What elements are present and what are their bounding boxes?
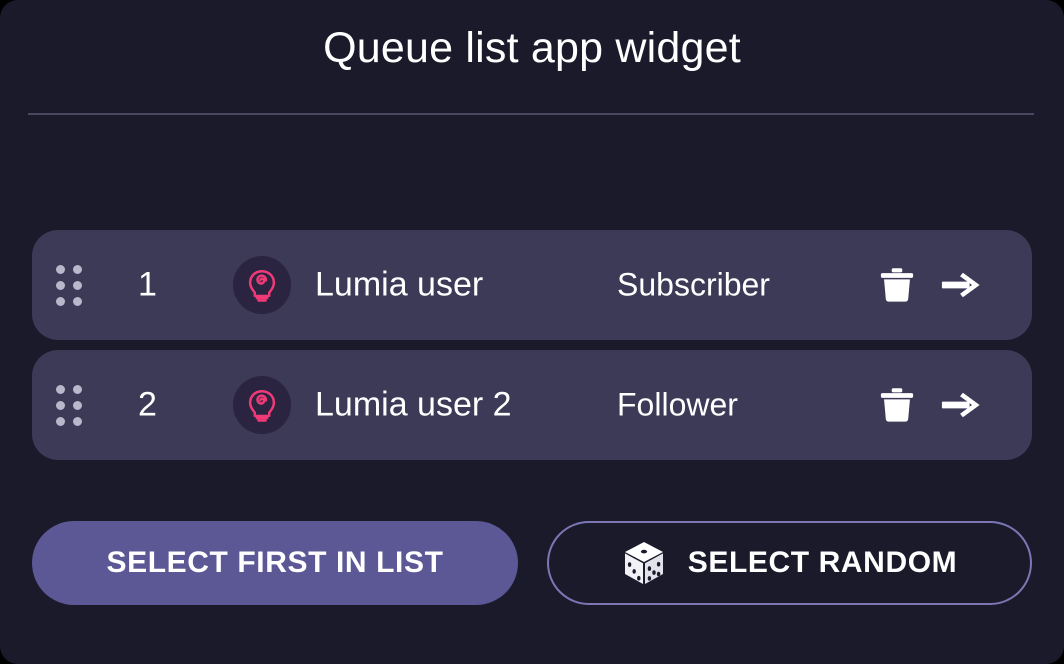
select-first-in-list-button[interactable]: SELECT FIRST IN LIST [32, 521, 518, 605]
drag-handle-icon[interactable] [52, 381, 86, 429]
select-random-label: SELECT RANDOM [688, 546, 957, 580]
avatar [233, 376, 291, 434]
row-role: Subscriber [617, 267, 770, 304]
row-position-number: 1 [138, 266, 166, 305]
row-position-number: 2 [138, 386, 166, 425]
table-row[interactable]: 2 Lumia user 2 Follower [32, 350, 1032, 460]
arrow-right-icon[interactable] [932, 258, 990, 312]
action-bar: SELECT FIRST IN LIST [32, 521, 1032, 605]
row-username: Lumia user 2 [315, 386, 512, 425]
select-first-in-list-label: SELECT FIRST IN LIST [106, 546, 443, 580]
trash-icon[interactable] [870, 378, 924, 432]
arrow-right-icon[interactable] [932, 378, 990, 432]
queue-list-widget: Queue list app widget 1 [0, 0, 1064, 664]
trash-icon[interactable] [870, 258, 924, 312]
drag-handle-icon[interactable] [52, 261, 86, 309]
row-role: Follower [617, 387, 738, 424]
table-row[interactable]: 1 Lumia user Subscriber [32, 230, 1032, 340]
dice-icon [622, 540, 666, 586]
title-divider [28, 113, 1034, 115]
lightbulb-icon [243, 386, 281, 424]
select-random-button[interactable]: SELECT RANDOM [547, 521, 1032, 605]
page-title: Queue list app widget [0, 24, 1064, 73]
avatar [233, 256, 291, 314]
lightbulb-icon [243, 266, 281, 304]
queue-list: 1 Lumia user Subscriber [32, 230, 1032, 470]
row-username: Lumia user [315, 266, 483, 305]
